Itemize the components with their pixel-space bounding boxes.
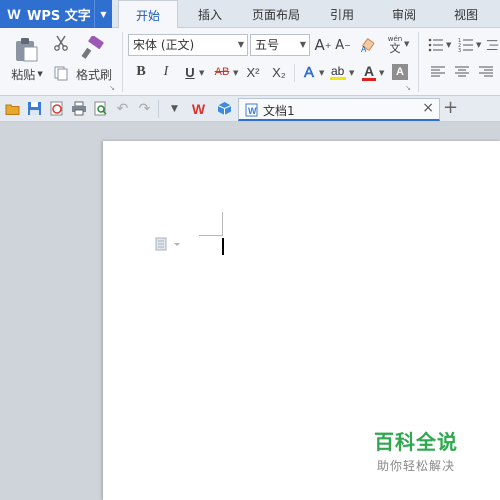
separator <box>294 64 295 82</box>
watermark-title: 百科全说 <box>374 430 458 454</box>
wps-logo-icon: W <box>7 6 21 22</box>
chevron-down-icon[interactable]: ▼ <box>319 69 324 77</box>
superscript-button[interactable]: X² <box>243 62 263 82</box>
tab-view[interactable]: 视图 <box>436 0 496 28</box>
chevron-down-icon[interactable]: ▼ <box>476 41 481 49</box>
tab-home[interactable]: 开始 <box>118 0 178 29</box>
font-color-swatch <box>362 77 376 81</box>
grow-font-button[interactable]: A + <box>314 36 332 54</box>
app-title: WPS 文字 <box>27 8 91 24</box>
font-dialog-launcher-icon[interactable]: ↘ <box>404 84 412 92</box>
format-painter-button[interactable]: 格式刷 <box>74 66 114 82</box>
tab-insert[interactable]: 插入 <box>180 0 240 28</box>
align-center-icon[interactable] <box>454 64 470 80</box>
wps-logo-icon[interactable]: W <box>190 100 207 117</box>
highlight-icon[interactable]: ab <box>328 62 348 82</box>
quick-access-toolbar: ↶ ↷ ▼ W W 文档1 × + <box>0 96 500 122</box>
char-shading-icon[interactable]: A <box>392 64 408 80</box>
cut-icon[interactable] <box>52 34 70 52</box>
svg-text:ab: ab <box>331 64 345 78</box>
save-icon[interactable] <box>26 100 43 117</box>
tab-page-layout[interactable]: 页面布局 <box>245 0 307 28</box>
customize-toolbar-icon[interactable]: ▼ <box>166 100 183 117</box>
chevron-down-icon[interactable]: ▼ <box>446 41 451 49</box>
strikethrough-button[interactable]: AB <box>210 62 234 82</box>
italic-button[interactable]: I <box>157 62 175 82</box>
open-icon[interactable] <box>4 100 21 117</box>
ribbon-home: 粘贴 ▼ 格式刷 ↘ 宋体 (正文) ▼ 五号 ▼ A + A − A wén 文 ▼… <box>0 28 500 96</box>
underline-button[interactable]: U <box>181 62 199 82</box>
title-tab-bar: W WPS 文字 ▼ 开始 插入 页面布局 引用 审阅 视图 <box>0 0 500 29</box>
svg-text:W: W <box>248 106 257 116</box>
paste-button[interactable]: 粘贴 ▼ <box>6 66 48 82</box>
new-tab-button[interactable]: + <box>443 97 458 118</box>
align-right-icon[interactable] <box>478 64 494 80</box>
format-painter-icon[interactable] <box>80 34 106 62</box>
cloud-cube-icon[interactable] <box>216 100 233 117</box>
margin-marker <box>199 235 223 236</box>
undo-icon[interactable]: ↶ <box>114 100 131 117</box>
clear-format-icon[interactable]: A <box>358 36 378 54</box>
separator <box>158 100 159 118</box>
document-tab[interactable]: W 文档1 × <box>238 98 440 121</box>
print-preview-icon[interactable] <box>92 100 109 117</box>
tab-references[interactable]: 引用 <box>312 0 372 28</box>
paste-icon[interactable] <box>12 34 40 64</box>
chevron-down-icon[interactable]: ▼ <box>199 69 204 77</box>
chevron-down-icon: ▼ <box>299 40 306 49</box>
print-icon[interactable] <box>70 100 87 117</box>
watermark: 百科全说 助你轻松解决 <box>366 426 466 474</box>
watermark-subtitle: 助你轻松解决 <box>376 459 455 473</box>
export-pdf-icon[interactable] <box>48 100 65 117</box>
app-menu-button[interactable]: W WPS 文字 ▼ <box>0 0 112 28</box>
shrink-font-button[interactable]: A − <box>334 36 352 54</box>
margin-marker <box>222 212 223 236</box>
font-color-button[interactable]: A <box>360 61 378 83</box>
phonetic-guide-button[interactable]: wén 文 <box>386 32 404 56</box>
chevron-down-icon[interactable]: ▼ <box>379 69 384 77</box>
bullet-list-icon[interactable] <box>426 36 446 54</box>
font-size-value: 五号 <box>255 38 280 52</box>
subscript-button[interactable]: X₂ <box>269 62 289 82</box>
font-name-value: 宋体 (正文) <box>133 38 195 52</box>
redo-icon[interactable]: ↷ <box>136 100 153 117</box>
multilevel-list-icon[interactable] <box>486 36 500 54</box>
document-icon: W <box>245 103 258 120</box>
chevron-down-icon: ▼ <box>237 40 244 49</box>
paragraph-layout-icon[interactable] <box>155 237 181 254</box>
chevron-down-icon[interactable]: ▼ <box>233 69 238 77</box>
separator <box>418 32 419 92</box>
text-effect-button[interactable]: A <box>300 62 318 82</box>
font-size-select[interactable]: 五号 ▼ <box>250 34 310 56</box>
numbered-list-icon[interactable]: 123 <box>456 36 476 54</box>
tab-review[interactable]: 审阅 <box>374 0 434 28</box>
svg-text:3: 3 <box>458 48 461 52</box>
text-cursor <box>222 238 224 255</box>
font-color-letter: A <box>363 62 375 79</box>
align-left-icon[interactable] <box>430 64 446 80</box>
svg-text:A: A <box>361 45 367 53</box>
bold-button[interactable]: B <box>132 62 150 82</box>
shrink-font-label: A <box>335 37 345 53</box>
separator <box>122 32 123 92</box>
chevron-down-icon[interactable]: ▼ <box>94 0 112 28</box>
font-name-select[interactable]: 宋体 (正文) ▼ <box>128 34 248 56</box>
paste-label: 粘贴 <box>11 67 36 82</box>
copy-icon[interactable] <box>52 64 70 82</box>
chevron-down-icon[interactable]: ▼ <box>404 40 409 48</box>
grow-font-label: A <box>314 36 325 54</box>
document-tab-name: 文档1 <box>263 104 295 118</box>
close-tab-icon[interactable]: × <box>422 100 434 116</box>
chevron-down-icon[interactable]: ▼ <box>349 69 354 77</box>
clipboard-dialog-launcher-icon[interactable]: ↘ <box>108 84 116 92</box>
phonetic-bottom: 文 <box>389 42 401 55</box>
